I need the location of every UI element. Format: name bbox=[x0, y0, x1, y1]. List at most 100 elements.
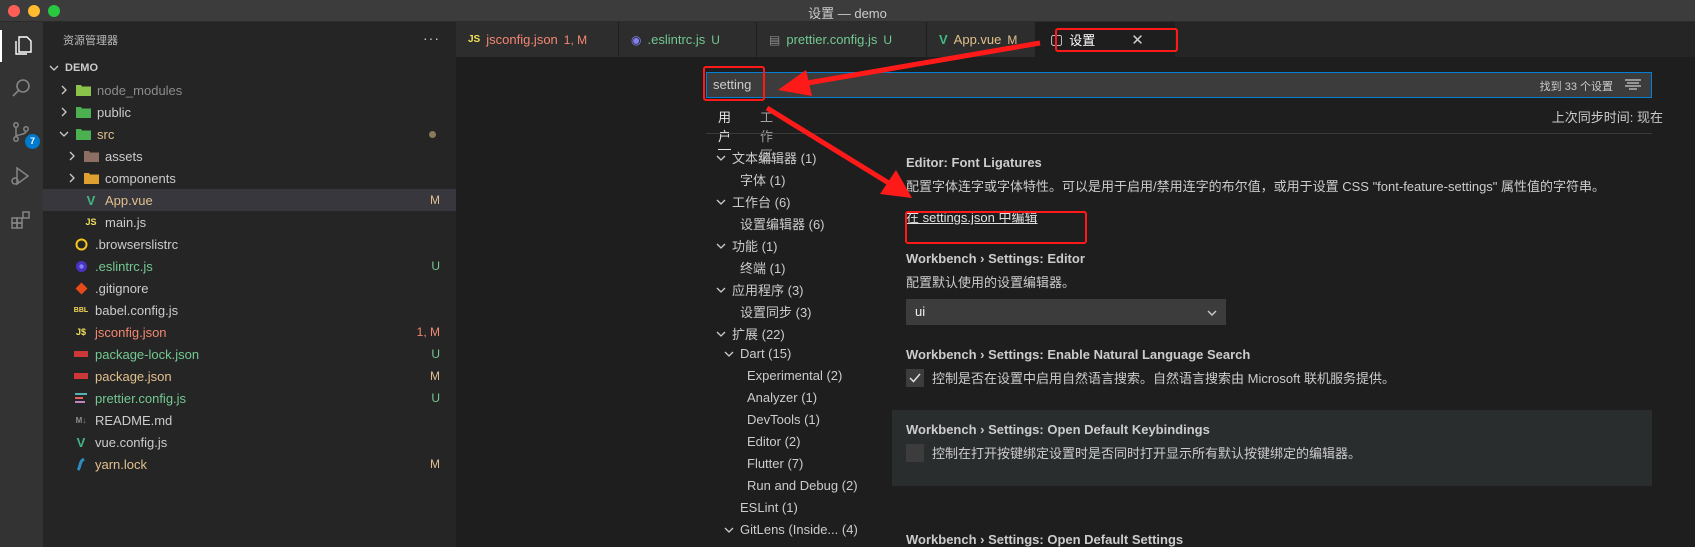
more-actions-icon[interactable]: ··· bbox=[423, 30, 440, 46]
toc-item[interactable]: 设置同步 (3) bbox=[740, 302, 812, 321]
sync-status: 上次同步时间: 现在 bbox=[1551, 110, 1663, 125]
prettier-icon: ▤ bbox=[769, 32, 781, 47]
setting-description: 配置字体连字或字体特性。可以是用于启用/禁用连字的布尔值，或用于设置 CSS "… bbox=[906, 179, 1606, 194]
annotation-box-settings-tab bbox=[1055, 28, 1178, 52]
nl-search-checkbox[interactable] bbox=[906, 368, 924, 387]
js-icon: JS bbox=[85, 217, 97, 227]
tree-item-package-lock[interactable]: package-lock.json U bbox=[43, 343, 456, 365]
setting-title: Editor: Font Ligatures bbox=[906, 155, 1666, 170]
vue-icon: V bbox=[939, 32, 948, 47]
browserslist-icon bbox=[73, 237, 89, 251]
tree-item-vue-config[interactable]: V vue.config.js bbox=[43, 431, 456, 453]
tree-item-gitignore[interactable]: .gitignore bbox=[43, 277, 456, 299]
toc-item[interactable]: 功能 (1) bbox=[716, 236, 778, 255]
tree-item-label: public bbox=[97, 104, 131, 120]
yarn-icon bbox=[73, 457, 89, 471]
toc-label: 应用程序 (3) bbox=[732, 283, 804, 298]
js-json-icon: J$ bbox=[75, 327, 86, 337]
tree-item-yarn-lock[interactable]: yarn.lock M bbox=[43, 453, 456, 475]
settings-search-box[interactable]: 找到 33 个设置 bbox=[706, 72, 1652, 98]
tab-eslintrc[interactable]: ◉ .eslintrc.js U bbox=[619, 22, 757, 57]
chevron-down-icon bbox=[716, 331, 726, 337]
tab-label: prettier.config.js bbox=[786, 32, 878, 47]
toc-item[interactable]: Run and Debug (2) bbox=[747, 478, 858, 493]
setting-title: Workbench › Settings: Open Default Setti… bbox=[906, 532, 1666, 547]
toc-item[interactable]: 应用程序 (3) bbox=[716, 280, 804, 299]
tree-item-main-js[interactable]: JS main.js bbox=[43, 211, 456, 233]
toc-item[interactable]: Dart (15) bbox=[724, 346, 791, 361]
setting-workbench-editor: Workbench › Settings: Editor 配置默认使用的设置编辑… bbox=[906, 251, 1666, 325]
toc-label: DevTools (1) bbox=[747, 412, 820, 427]
toc-item[interactable]: ESLint (1) bbox=[740, 500, 798, 515]
tree-item-components[interactable]: components bbox=[43, 167, 456, 189]
babel-icon: BBL bbox=[73, 306, 89, 314]
check-icon bbox=[909, 373, 921, 383]
toc-item[interactable]: Experimental (2) bbox=[747, 368, 842, 383]
toc-item[interactable]: 扩展 (22) bbox=[716, 324, 785, 343]
toc-item[interactable]: 字体 (1) bbox=[740, 170, 786, 189]
tab-app-vue[interactable]: V App.vue M bbox=[927, 22, 1036, 57]
setting-name: Editor bbox=[1047, 251, 1085, 266]
tree-item-src[interactable]: src bbox=[43, 123, 456, 145]
tree-item-jsconfig[interactable]: J$ jsconfig.json 1, M bbox=[43, 321, 456, 343]
git-status: M bbox=[430, 457, 440, 471]
toc-item[interactable]: Editor (2) bbox=[747, 434, 800, 449]
tree-item-prettier-config[interactable]: prettier.config.js U bbox=[43, 387, 456, 409]
tab-label: .eslintrc.js bbox=[647, 32, 706, 47]
npm-icon bbox=[73, 369, 89, 383]
setting-description: 控制是否在设置中启用自然语言搜索。自然语言搜索由 Microsoft 联机服务提… bbox=[932, 371, 1395, 386]
toc-label: Experimental (2) bbox=[747, 368, 843, 383]
tab-user[interactable]: 用户 bbox=[718, 107, 732, 150]
tab-prettier-config[interactable]: ▤ prettier.config.js U bbox=[757, 22, 927, 57]
tab-status: 1, M bbox=[563, 32, 588, 47]
tree-item-eslintrc[interactable]: .eslintrc.js U bbox=[43, 255, 456, 277]
toc-label: Editor (2) bbox=[747, 434, 801, 449]
setting-description: 配置默认使用的设置编辑器。 bbox=[906, 275, 1076, 290]
open-keybindings-checkbox[interactable] bbox=[906, 443, 924, 462]
tree-item-public[interactable]: public bbox=[43, 101, 456, 123]
chevron-down-icon bbox=[724, 527, 734, 533]
tree-item-label: node_modules bbox=[97, 82, 183, 98]
source-control-icon[interactable]: 7 bbox=[5, 116, 40, 149]
tree-item-label: vue.config.js bbox=[95, 434, 168, 450]
toc-item[interactable]: 终端 (1) bbox=[740, 258, 786, 277]
git-status: U bbox=[431, 391, 440, 405]
filter-icon[interactable] bbox=[1625, 79, 1641, 91]
tree-item-assets[interactable]: assets bbox=[43, 145, 456, 167]
editor-select[interactable]: ui bbox=[906, 299, 1226, 325]
tab-jsconfig[interactable]: JS jsconfig.json 1, M bbox=[456, 22, 619, 57]
tree-item-label: .browserslistrc bbox=[95, 236, 179, 252]
tree-item-label: package.json bbox=[95, 368, 172, 384]
setting-category: Workbench › Settings: bbox=[906, 422, 1048, 437]
tree-item-browserslistrc[interactable]: .browserslistrc bbox=[43, 233, 456, 255]
toc-item[interactable]: 文本编辑器 (1) bbox=[716, 148, 817, 167]
toc-item[interactable]: GitLens (Inside... (4) bbox=[724, 522, 858, 537]
toc-item[interactable]: Analyzer (1) bbox=[747, 390, 817, 405]
toc-item[interactable]: DevTools (1) bbox=[747, 412, 820, 427]
setting-description: 控制在打开按键绑定设置时是否同时打开显示所有默认按键绑定的编辑器。 bbox=[932, 446, 1362, 461]
tree-root-demo[interactable]: DEMO bbox=[43, 57, 456, 79]
extensions-icon[interactable] bbox=[5, 204, 37, 236]
tree-item-package-json[interactable]: package.json M bbox=[43, 365, 456, 387]
run-debug-icon[interactable] bbox=[5, 160, 37, 192]
search-icon[interactable] bbox=[5, 72, 37, 104]
vue-icon: V bbox=[76, 434, 86, 450]
tab-status: M bbox=[1007, 32, 1018, 47]
toc-label: 终端 (1) bbox=[740, 261, 786, 276]
explorer-icon[interactable] bbox=[0, 30, 43, 62]
tree-item-readme[interactable]: M↓ README.md bbox=[43, 409, 456, 431]
tab-label: jsconfig.json bbox=[486, 32, 558, 47]
tree-item-babel-config[interactable]: BBL babel.config.js bbox=[43, 299, 456, 321]
chevron-down-icon bbox=[724, 351, 734, 357]
toc-label: 功能 (1) bbox=[732, 239, 778, 254]
settings-search-input[interactable] bbox=[713, 77, 1313, 92]
toc-label: 字体 (1) bbox=[740, 173, 786, 188]
toc-item[interactable]: 工作台 (6) bbox=[716, 192, 791, 211]
tree-item-app-vue[interactable]: V App.vue M bbox=[43, 189, 456, 211]
tree-item-node-modules[interactable]: node_modules bbox=[43, 79, 456, 101]
toc-item[interactable]: 设置编辑器 (6) bbox=[740, 214, 825, 233]
toc-label: 文本编辑器 (1) bbox=[732, 151, 817, 166]
git-status: M bbox=[430, 193, 440, 207]
setting-name: Open Default Keybindings bbox=[1047, 422, 1210, 437]
toc-item[interactable]: Flutter (7) bbox=[747, 456, 803, 471]
